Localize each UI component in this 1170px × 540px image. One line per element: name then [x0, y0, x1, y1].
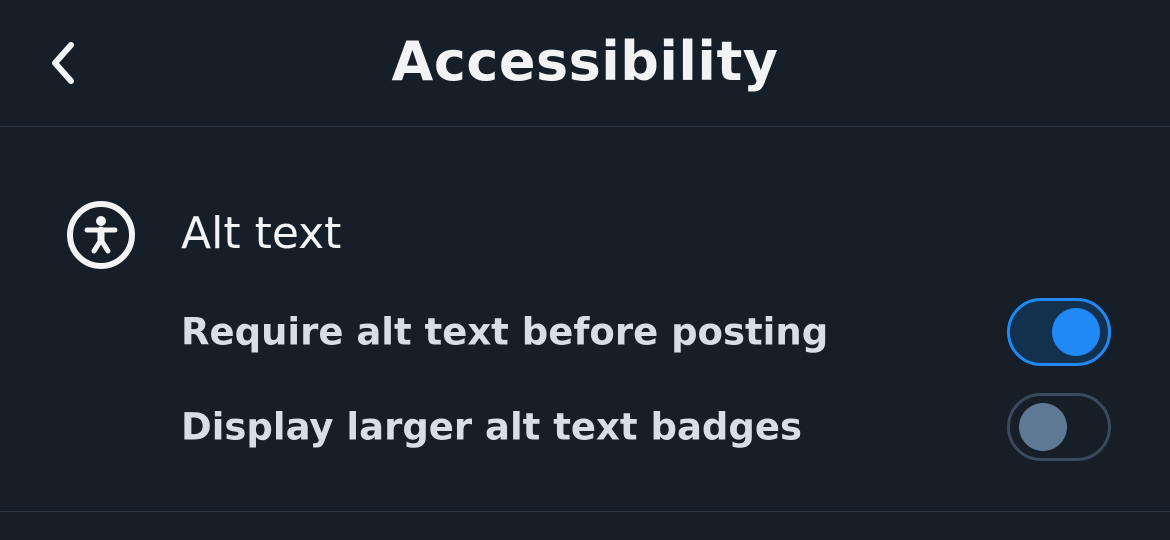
larger-badges-toggle[interactable]	[1007, 393, 1111, 461]
page-title: Accessibility	[391, 30, 779, 93]
header: Accessibility	[0, 0, 1170, 127]
accessibility-screen: Accessibility Alt text Require alt text …	[0, 0, 1170, 540]
toggle-knob	[1019, 403, 1067, 451]
setting-row-require-alt-text: Require alt text before posting	[181, 296, 1111, 368]
section-header-alt-text	[66, 200, 136, 270]
setting-label: Display larger alt text badges	[181, 405, 802, 449]
setting-label: Require alt text before posting	[181, 310, 829, 354]
section-title: Alt text	[181, 208, 342, 259]
setting-row-larger-badges: Display larger alt text badges	[181, 391, 1111, 463]
section-divider	[0, 511, 1170, 512]
toggle-knob	[1052, 308, 1100, 356]
require-alt-text-toggle[interactable]	[1007, 298, 1111, 366]
accessibility-person-icon	[67, 201, 135, 269]
